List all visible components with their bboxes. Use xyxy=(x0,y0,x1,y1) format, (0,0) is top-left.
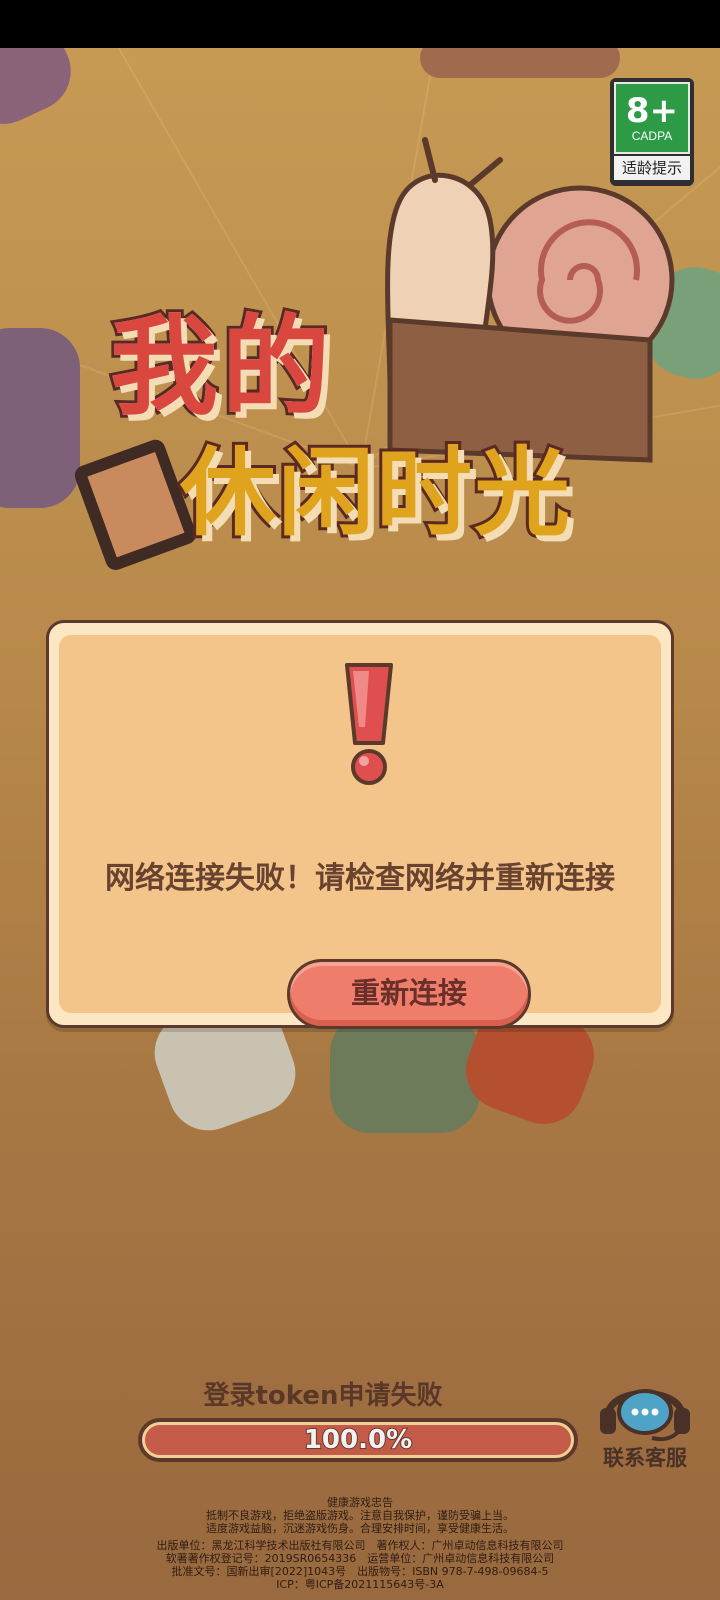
logo-title-line1: 我的 xyxy=(107,302,335,433)
customer-support-label: 联系客服 xyxy=(603,1446,687,1470)
game-logo: 我的 休闲时光 xyxy=(60,130,680,590)
logo-title-line2: 休闲时光 xyxy=(177,434,573,552)
notice-title: 健康游戏忠告 xyxy=(327,1496,393,1509)
publisher-line: 出版单位：黑龙江科学技术出版社有限公司 著作权人：广州卓动信息科技有限公司 xyxy=(156,1539,564,1552)
healthy-gaming-notice: 健康游戏忠告 抵制不良游戏，拒绝盗版游戏。注意自我保护，谨防受骗上当。 适度游戏… xyxy=(0,1496,720,1591)
publisher-line: 批准文号：国新出审[2022]1043号 出版物号：ISBN 978-7-498… xyxy=(171,1565,549,1578)
network-error-dialog: 网络连接失败！请检查网络并重新连接 重新连接 xyxy=(46,620,674,1029)
progress-percent: 100.0% xyxy=(303,1424,413,1456)
publisher-line: ICP：粤ICP备2021115643号-3A xyxy=(276,1578,444,1591)
notice-line: 抵制不良游戏，拒绝盗版游戏。注意自我保护，谨防受骗上当。 xyxy=(206,1509,514,1522)
customer-support-button[interactable]: 联系客服 xyxy=(590,1368,700,1470)
exclamation-icon xyxy=(345,663,393,785)
loading-progress-bar: 100.0% xyxy=(138,1418,578,1462)
status-bar xyxy=(0,0,720,48)
dialog-message: 网络连接失败！请检查网络并重新连接 xyxy=(105,861,615,896)
notice-line: 适度游戏益脑，沉迷游戏伤身。合理安排时间，享受健康生活。 xyxy=(206,1522,514,1535)
dialog-panel: 网络连接失败！请检查网络并重新连接 重新连接 xyxy=(59,635,661,1029)
headset-chat-icon xyxy=(600,1389,690,1442)
reconnect-button[interactable]: 重新连接 xyxy=(287,959,531,1029)
age-rating-value: 8+ xyxy=(625,91,679,131)
publisher-line: 软著著作权登记号：2019SR0654336 运营单位：广州卓动信息科技有限公司 xyxy=(165,1552,555,1565)
